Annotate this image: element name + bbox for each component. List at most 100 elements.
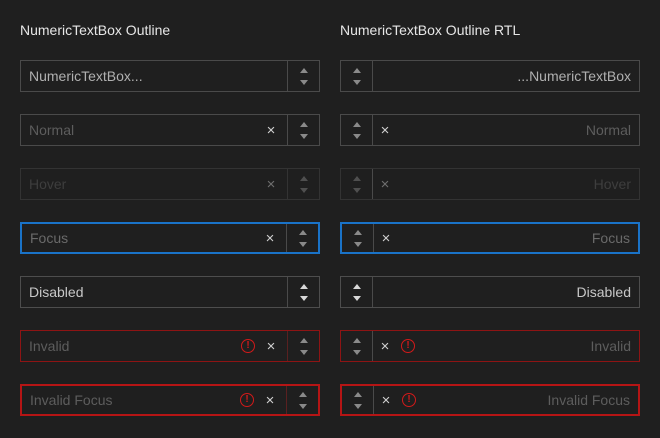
chevron-down-icon[interactable] <box>299 349 308 355</box>
numerictextbox-invalid-focus-rtl[interactable]: Invalid Focus! × <box>340 384 640 416</box>
clear-icon[interactable]: × <box>260 392 280 409</box>
numerictextbox-invalid-focus-ltr[interactable]: Invalid Focus! × <box>20 384 320 416</box>
error-icon: ! <box>241 339 255 353</box>
clear-icon[interactable]: × <box>261 122 281 139</box>
chevron-down-icon[interactable] <box>352 133 361 139</box>
spin-buttons <box>341 61 373 91</box>
chevron-down-icon[interactable] <box>298 403 307 409</box>
spin-buttons <box>341 331 373 361</box>
chevron-up-icon[interactable] <box>299 175 308 181</box>
numerictextbox-invalid-ltr[interactable]: Invalid! × <box>20 330 320 362</box>
numerictextbox-hover-rtl[interactable]: Hover × <box>340 168 640 200</box>
spin-buttons <box>341 277 373 307</box>
chevron-up-icon[interactable] <box>299 337 308 343</box>
chevron-down-icon[interactable] <box>298 241 307 247</box>
clear-icon[interactable]: × <box>260 230 280 247</box>
chevron-down-icon[interactable] <box>299 187 308 193</box>
numerictextbox-input[interactable]: Invalid Focus! × <box>374 386 638 414</box>
numerictextbox-value: Invalid Focus <box>30 392 113 408</box>
chevron-down-icon[interactable] <box>352 187 361 193</box>
chevron-down-icon <box>352 295 361 301</box>
numerictextbox-disabled-ltr: Disabled <box>20 276 320 308</box>
numerictextbox-value: Hover <box>29 176 67 192</box>
numerictextbox-normal-rtl[interactable]: Normal × <box>340 114 640 146</box>
chevron-down-icon[interactable] <box>299 79 308 85</box>
ltr-heading: NumericTextBox Outline <box>20 22 171 38</box>
error-icon: ! <box>240 393 254 407</box>
chevron-up-icon[interactable] <box>298 229 307 235</box>
chevron-up-icon <box>299 283 308 289</box>
numerictextbox-focus-ltr[interactable]: Focus × <box>20 222 320 254</box>
clear-icon[interactable]: × <box>261 176 281 193</box>
chevron-up-icon[interactable] <box>352 121 361 127</box>
numerictextbox-normal-ltr[interactable]: Normal × <box>20 114 320 146</box>
numerictextbox-value: Normal <box>585 122 631 138</box>
numerictextbox-placeholder-rtl[interactable]: ...NumericTextBox <box>340 60 640 92</box>
chevron-down-icon[interactable] <box>299 133 308 139</box>
error-icon: ! <box>401 339 415 353</box>
spin-buttons <box>287 331 319 361</box>
chevron-up-icon[interactable] <box>353 229 362 235</box>
numerictextbox-value: Disabled <box>29 284 84 300</box>
chevron-down-icon[interactable] <box>352 349 361 355</box>
chevron-up-icon <box>352 283 361 289</box>
chevron-down-icon[interactable] <box>352 79 361 85</box>
spin-buttons <box>287 277 319 307</box>
numerictextbox-input[interactable]: Normal × <box>21 115 287 145</box>
chevron-down-icon[interactable] <box>353 403 362 409</box>
chevron-up-icon[interactable] <box>299 67 308 73</box>
numerictextbox-input[interactable]: Focus × <box>22 224 286 252</box>
chevron-up-icon[interactable] <box>352 175 361 181</box>
numerictextbox-disabled-rtl: Disabled <box>340 276 640 308</box>
chevron-up-icon[interactable] <box>352 67 361 73</box>
chevron-up-icon[interactable] <box>298 391 307 397</box>
spin-buttons <box>287 169 319 199</box>
chevron-down-icon[interactable] <box>353 241 362 247</box>
numerictextbox-value: Disabled <box>576 284 631 300</box>
clear-icon[interactable]: × <box>261 338 281 355</box>
numerictextbox-value: Normal <box>29 122 75 138</box>
chevron-up-icon[interactable] <box>352 337 361 343</box>
numerictextbox-input[interactable]: Invalid Focus! × <box>22 386 286 414</box>
spin-buttons <box>287 61 319 91</box>
numerictextbox-input[interactable]: Hover × <box>373 169 639 199</box>
numerictextbox-value: Focus <box>30 230 69 246</box>
numerictextbox-hover-ltr[interactable]: Hover × <box>20 168 320 200</box>
numerictextbox-value: Invalid <box>590 338 631 354</box>
spin-buttons <box>287 115 319 145</box>
spin-buttons <box>286 224 318 252</box>
rtl-heading: NumericTextBox Outline RTL <box>340 22 521 38</box>
numerictextbox-input[interactable]: Hover × <box>21 169 287 199</box>
clear-icon[interactable]: × <box>375 176 395 193</box>
numerictextbox-value: Invalid <box>29 338 70 354</box>
numerictextbox-focus-rtl[interactable]: Focus × <box>340 222 640 254</box>
chevron-down-icon <box>299 295 308 301</box>
spin-buttons <box>342 386 374 414</box>
numerictextbox-input[interactable]: Focus × <box>374 224 638 252</box>
numerictextbox-input: Disabled <box>373 277 639 307</box>
numerictextbox-input[interactable]: Invalid! × <box>373 331 639 361</box>
clear-icon[interactable]: × <box>375 122 395 139</box>
clear-icon[interactable]: × <box>376 230 396 247</box>
spin-buttons <box>341 115 373 145</box>
error-icon: ! <box>402 393 416 407</box>
spin-buttons <box>341 169 373 199</box>
numerictextbox-invalid-rtl[interactable]: Invalid! × <box>340 330 640 362</box>
numerictextbox-value: NumericTextBox... <box>29 68 143 84</box>
numerictextbox-value: ...NumericTextBox <box>517 68 631 84</box>
numerictextbox-value: Hover <box>593 176 631 192</box>
numerictextbox-value: Invalid Focus <box>547 392 630 408</box>
numerictextbox-input: Disabled <box>21 277 287 307</box>
numerictextbox-input[interactable]: ...NumericTextBox <box>373 61 639 91</box>
spin-buttons <box>286 386 318 414</box>
chevron-up-icon[interactable] <box>299 121 308 127</box>
numerictextbox-placeholder-ltr[interactable]: NumericTextBox... <box>20 60 320 92</box>
numerictextbox-input[interactable]: Invalid! × <box>21 331 287 361</box>
clear-icon[interactable]: × <box>375 338 395 355</box>
numerictextbox-input[interactable]: Normal × <box>373 115 639 145</box>
clear-icon[interactable]: × <box>376 392 396 409</box>
numerictextbox-value: Focus <box>591 230 630 246</box>
spin-buttons <box>342 224 374 252</box>
chevron-up-icon[interactable] <box>353 391 362 397</box>
numerictextbox-input[interactable]: NumericTextBox... <box>21 61 287 91</box>
